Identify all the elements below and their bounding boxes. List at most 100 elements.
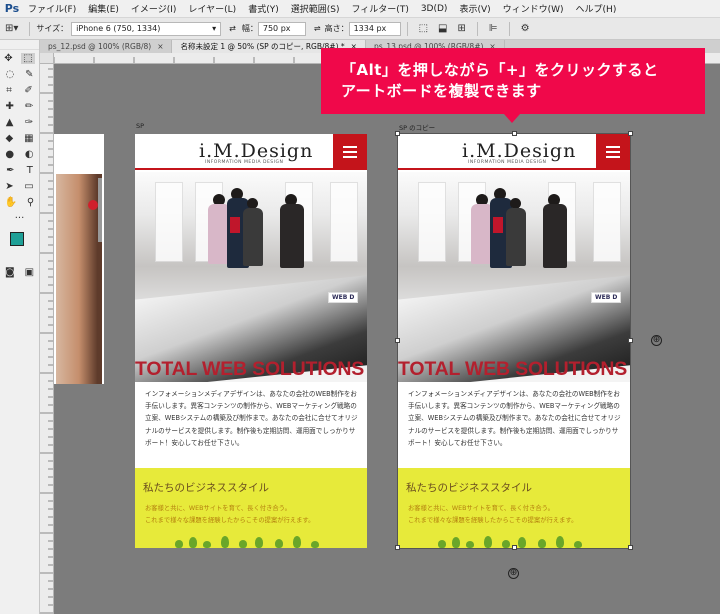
menu-window[interactable]: ウィンドウ(W) bbox=[497, 2, 570, 15]
menu-filter[interactable]: フィルター(T) bbox=[345, 2, 414, 15]
size-select[interactable]: iPhone 6 (750, 1334) ▾ bbox=[71, 21, 222, 36]
height-value: 1334 px bbox=[353, 24, 387, 33]
vertical-ruler[interactable] bbox=[40, 53, 54, 614]
hero-title: TOTAL WEB SOLUTIONS bbox=[135, 358, 365, 380]
history-brush-icon[interactable]: ✑ bbox=[25, 117, 33, 128]
rectangle-tool-icon[interactable]: ▭ bbox=[24, 181, 33, 192]
eyedropper-icon[interactable]: ✐ bbox=[24, 85, 32, 96]
crop-tool-icon[interactable]: ⌗ bbox=[6, 85, 12, 96]
artboard-label-sp[interactable]: SP bbox=[136, 122, 144, 130]
brush-tool-icon[interactable]: ✏ bbox=[25, 101, 33, 112]
quick-select-icon[interactable]: ✎ bbox=[25, 69, 33, 80]
menu-file[interactable]: ファイル(F) bbox=[22, 2, 82, 15]
width-field[interactable]: 750 px bbox=[257, 21, 306, 36]
menu-view[interactable]: 表示(V) bbox=[453, 2, 496, 15]
width-value: 750 px bbox=[262, 24, 291, 33]
document-canvas[interactable]: SP i.M.Design INFORMATION MEDIA DESIGN W… bbox=[54, 64, 720, 614]
dodge-tool-icon[interactable]: ◐ bbox=[25, 149, 34, 160]
lasso-tool-icon[interactable]: ◌ bbox=[5, 69, 14, 80]
hero-title: TOTAL WEB SOLUTIONS bbox=[398, 358, 628, 380]
screen-mode-icon[interactable]: ▣ bbox=[25, 267, 34, 278]
intro-text: インフォメーションメディアデザインは、あなたの会社のWEB制作をお手伝いします。… bbox=[145, 390, 358, 447]
site-logo: i.M.Design bbox=[199, 140, 314, 162]
site-header: i.M.Design INFORMATION MEDIA DESIGN bbox=[398, 134, 630, 170]
artboard-sp[interactable]: i.M.Design INFORMATION MEDIA DESIGN WEB … bbox=[135, 134, 367, 548]
zoom-tool-icon[interactable]: ⚲ bbox=[27, 197, 34, 208]
quick-mask-icon[interactable]: ◙ bbox=[5, 267, 15, 278]
size-select-value: iPhone 6 (750, 1334) bbox=[76, 24, 161, 33]
panel-grip[interactable] bbox=[0, 40, 39, 50]
section-text: お客様と共に、WEBサイトを育て、長く付き合う。 これまで様々な課題を経験したか… bbox=[145, 503, 314, 527]
gradient-tool-icon[interactable]: ▦ bbox=[24, 133, 33, 144]
menu-select[interactable]: 選択範囲(S) bbox=[285, 2, 346, 15]
foreground-color-swatch[interactable] bbox=[10, 232, 24, 246]
artboard-sp-copy[interactable]: i.M.Design INFORMATION MEDIA DESIGN WEB … bbox=[398, 134, 630, 548]
artboard-label-sp-copy[interactable]: SP のコピー bbox=[399, 122, 435, 132]
tools-panel: ✥ ⬚ ◌ ✎ ⌗ ✐ ✚ ✏ ▲ ✑ ◆ ▦ ● ◐ ✒ T ➤ ▭ ✋ ⚲ ··· ◙ ▣ bbox=[0, 40, 40, 614]
instruction-callout: 「Alt」を押しながら「+」をクリックすると アートボードを複製できます bbox=[321, 48, 705, 114]
section-text-line-2: これまで様々な課題を経験したからこその提案が行えます。 bbox=[408, 517, 578, 524]
add-artboard-bottom-icon[interactable]: ⊕ bbox=[508, 568, 519, 579]
site-logo-subtitle: INFORMATION MEDIA DESIGN bbox=[468, 160, 547, 165]
make-artboard-icon[interactable]: ⬚ bbox=[419, 23, 428, 34]
stamp-tool-icon[interactable]: ▲ bbox=[6, 117, 14, 128]
width-label: 幅： bbox=[241, 24, 258, 33]
site-logo-subtitle: INFORMATION MEDIA DESIGN bbox=[205, 160, 284, 165]
gear-icon[interactable]: ⚙ bbox=[521, 23, 530, 34]
menu-edit[interactable]: 編集(E) bbox=[82, 2, 125, 15]
section-title: 私たちのビジネススタイル bbox=[406, 482, 532, 494]
tree-illustration bbox=[438, 536, 588, 548]
move-tool-icon[interactable]: ✥ bbox=[4, 53, 12, 64]
site-logo: i.M.Design bbox=[462, 140, 577, 162]
menu-image[interactable]: イメージ(I) bbox=[125, 2, 183, 15]
partial-artboard[interactable] bbox=[54, 134, 104, 384]
red-dot bbox=[88, 200, 98, 210]
orientation-icon[interactable]: ⬓ bbox=[438, 23, 447, 34]
web-design-sign: WEB D bbox=[591, 292, 622, 303]
artboard-tool-icon[interactable]: ⬚ bbox=[21, 52, 35, 64]
web-design-sign: WEB D bbox=[328, 292, 359, 303]
color-swatches[interactable] bbox=[0, 230, 39, 264]
callout-pointer bbox=[504, 114, 520, 123]
add-artboard-right-icon[interactable]: ⊕ bbox=[651, 335, 662, 346]
section-text-line-1: お客様と共に、WEBサイトを育て、長く付き合う。 bbox=[145, 505, 291, 512]
divider bbox=[406, 21, 408, 36]
section-text-line-1: お客様と共に、WEBサイトを育て、長く付き合う。 bbox=[408, 505, 554, 512]
size-label: サイズ： bbox=[36, 24, 69, 33]
hero-photo: WEB D TOTAL WEB SOLUTIONS bbox=[398, 172, 630, 382]
hamburger-menu-icon bbox=[596, 134, 630, 170]
eraser-tool-icon[interactable]: ◆ bbox=[5, 133, 13, 144]
healing-brush-icon[interactable]: ✚ bbox=[6, 101, 14, 112]
phone-scrollbar bbox=[98, 178, 102, 242]
callout-line-2: アートボードを複製できます bbox=[341, 82, 542, 100]
close-icon[interactable]: × bbox=[157, 42, 163, 51]
menu-type[interactable]: 書式(Y) bbox=[242, 2, 285, 15]
ruler-origin[interactable] bbox=[40, 53, 54, 64]
menu-bar: Ps ファイル(F) 編集(E) イメージ(I) レイヤー(L) 書式(Y) 選… bbox=[0, 0, 720, 18]
section-title: 私たちのビジネススタイル bbox=[143, 482, 269, 494]
tab-ps12[interactable]: ps_12.psd @ 100% (RGB/8) × bbox=[40, 40, 173, 53]
menu-help[interactable]: ヘルプ(H) bbox=[570, 2, 623, 15]
ruler-ticks bbox=[40, 53, 53, 614]
divider bbox=[476, 21, 478, 36]
blur-tool-icon[interactable]: ● bbox=[5, 149, 14, 160]
hand-tool-icon[interactable]: ✋ bbox=[5, 197, 17, 208]
business-style-section: 私たちのビジネススタイル お客様と共に、WEBサイトを育て、長く付き合う。 これ… bbox=[135, 468, 367, 548]
menu-3d[interactable]: 3D(D) bbox=[415, 4, 454, 14]
pen-tool-icon[interactable]: ✒ bbox=[6, 165, 14, 176]
hero-photo: WEB D TOTAL WEB SOLUTIONS bbox=[135, 172, 367, 382]
tab-label: ps_12.psd @ 100% (RGB/8) bbox=[48, 42, 152, 51]
type-tool-icon[interactable]: T bbox=[27, 165, 33, 176]
add-artboard-icon[interactable]: ⊞ bbox=[457, 23, 465, 34]
align-icon[interactable]: ⊫ bbox=[489, 23, 498, 34]
swap-icon[interactable]: ⇄ bbox=[229, 24, 236, 33]
photoshop-logo: Ps bbox=[4, 2, 20, 15]
more-tools-icon[interactable]: ··· bbox=[15, 213, 25, 224]
path-select-icon[interactable]: ➤ bbox=[5, 181, 13, 192]
artboard-tool-icon[interactable]: ⊞▾ bbox=[5, 23, 18, 34]
menu-layer[interactable]: レイヤー(L) bbox=[182, 2, 242, 15]
link-icon[interactable]: ⇌ bbox=[314, 24, 321, 33]
section-text-line-2: これまで様々な課題を経験したからこその提案が行えます。 bbox=[145, 517, 315, 524]
hamburger-menu-icon bbox=[333, 134, 367, 170]
height-field[interactable]: 1334 px bbox=[348, 21, 401, 36]
